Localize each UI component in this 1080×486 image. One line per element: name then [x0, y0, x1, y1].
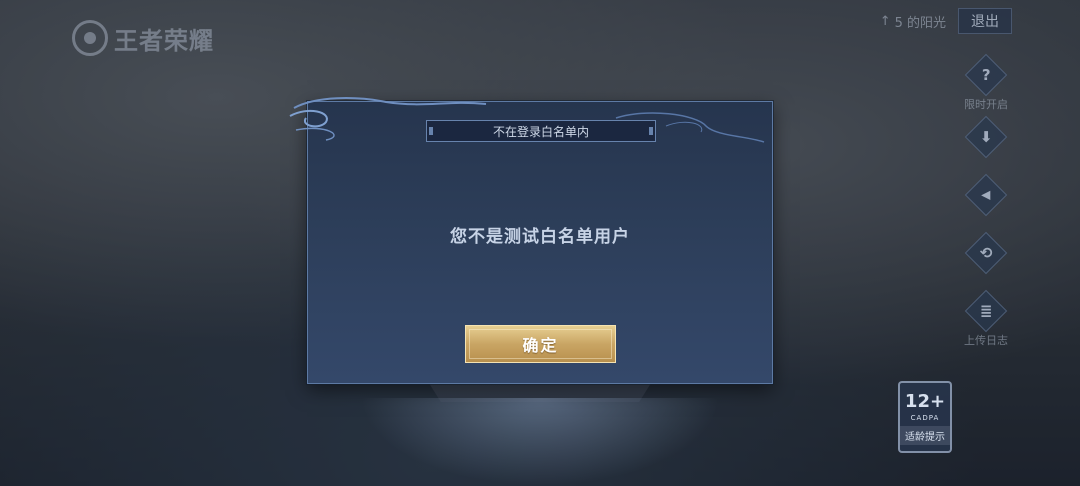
whitelist-dialog: 不在登录白名单内 您不是测试白名单用户 确定: [289, 97, 773, 384]
exit-button[interactable]: 退出: [958, 8, 1012, 34]
tool-help[interactable]: ? 限时开启: [964, 53, 1008, 112]
game-logo: 王者荣耀: [72, 18, 214, 58]
confirm-button-label: 确定: [522, 336, 559, 355]
confirm-button[interactable]: 确定: [465, 325, 616, 363]
tool-repair[interactable]: ⟲: [964, 231, 1008, 275]
tool-sound[interactable]: ◀: [964, 173, 1008, 217]
age-rating-org: CADPA: [910, 414, 940, 422]
sun-count-text: 5 的阳光: [894, 15, 946, 31]
speaker-icon: ◀: [964, 173, 1008, 217]
logo-text: 王者荣耀: [114, 26, 214, 55]
age-rating-number: 12+: [904, 391, 946, 412]
document-icon: ≣: [964, 289, 1008, 333]
logo-emblem-icon: [72, 20, 108, 56]
sun-count: ↑ 5 的阳光: [880, 12, 946, 31]
arrow-up-icon: ↑: [879, 13, 891, 29]
start-light-rays: [360, 398, 720, 486]
download-icon: ⬇: [964, 115, 1008, 159]
age-rating-label: 适龄提示: [900, 426, 950, 445]
repair-icon: ⟲: [964, 231, 1008, 275]
age-rating-badge: 12+ CADPA 适龄提示: [898, 381, 952, 453]
tool-upload-log-label: 上传日志: [964, 334, 1008, 347]
dialog-message: 您不是测试白名单用户: [450, 227, 630, 247]
tool-download[interactable]: ⬇: [964, 115, 1008, 159]
top-right-bar: ↑ 5 的阳光 退出: [880, 8, 1012, 34]
dialog-title: 不在登录白名单内: [426, 120, 656, 142]
tool-help-label: 限时开启: [964, 98, 1008, 111]
question-icon: ?: [964, 53, 1008, 97]
tool-upload-log[interactable]: ≣ 上传日志: [964, 289, 1008, 348]
